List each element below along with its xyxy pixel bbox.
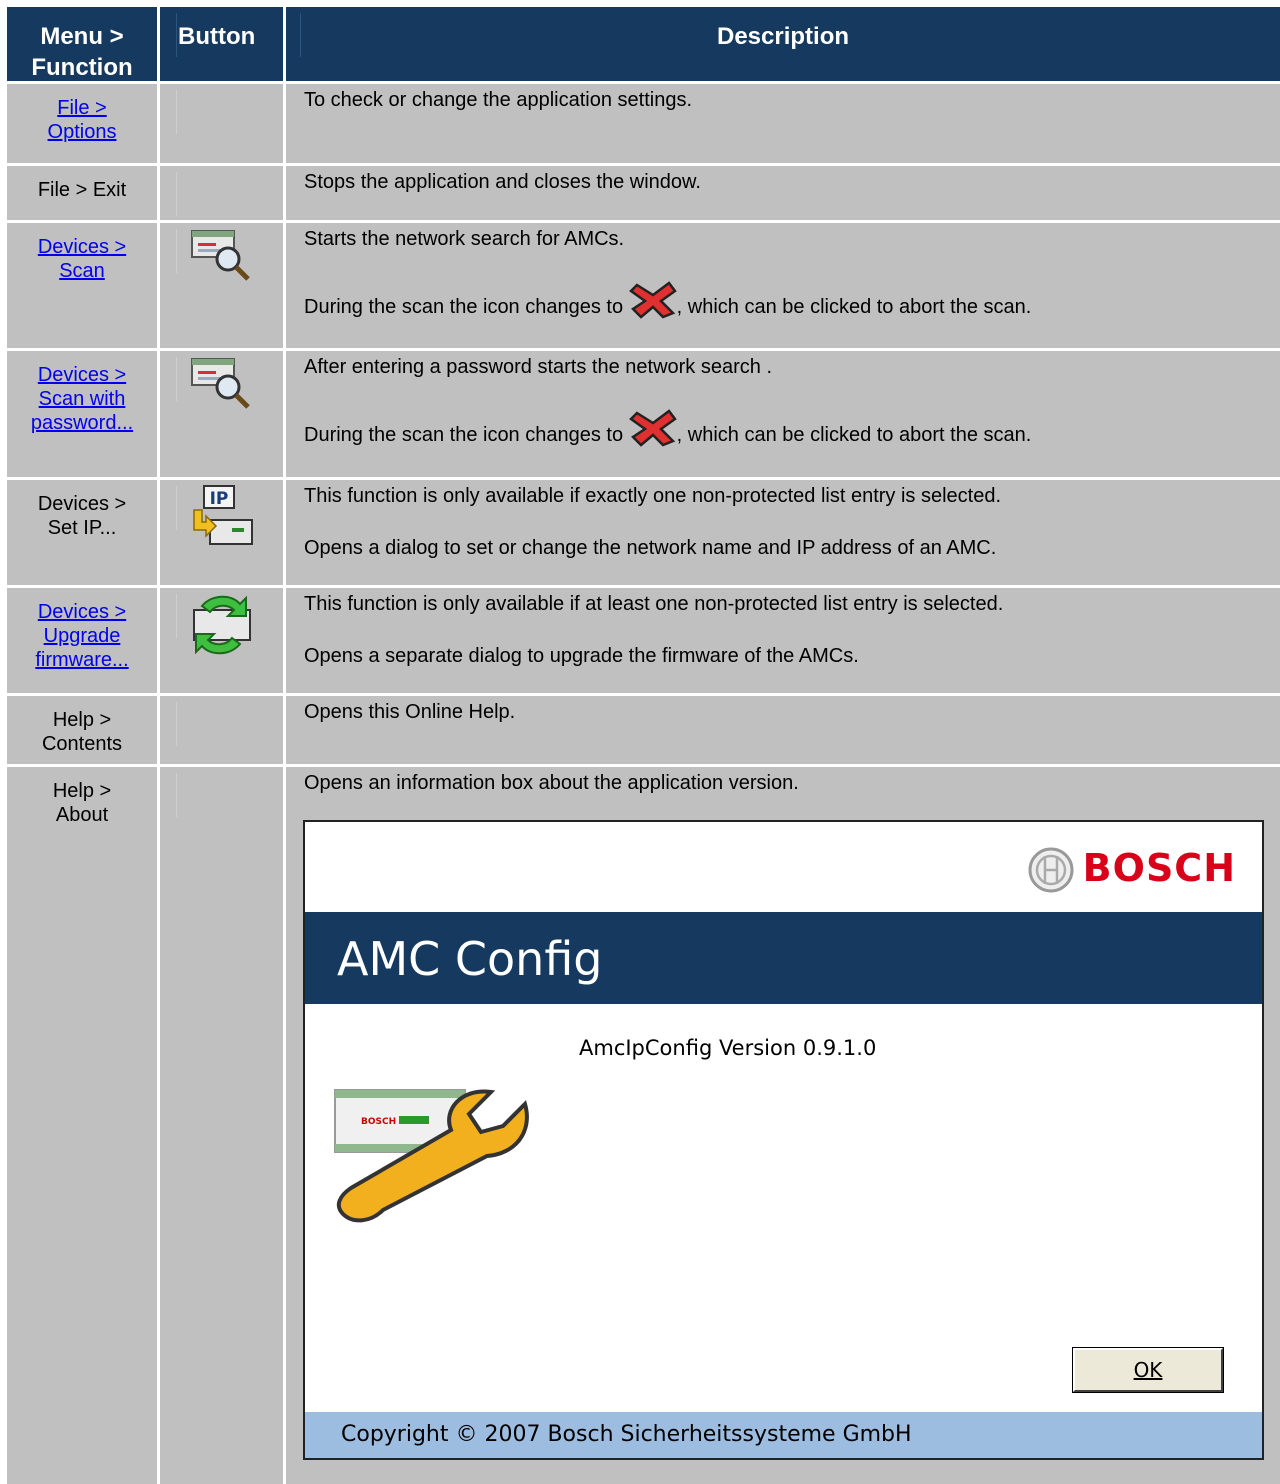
- description-text: During the scan the icon changes to: [304, 424, 624, 446]
- header-description: Description: [286, 7, 1280, 81]
- menu-line: Devices >: [37, 601, 127, 623]
- button-cell-empty: [160, 166, 283, 220]
- abort-scan-icon: [628, 281, 677, 319]
- menu-line: Options: [47, 121, 117, 143]
- menu-cell-devices-scan: Devices > Scan: [7, 223, 157, 348]
- menu-line: About: [55, 804, 109, 826]
- about-dialog: BOSCH AMC Config AmcIpConfig Version 0.9…: [303, 820, 1264, 1460]
- menu-cell-devices-upgrade-firmware: Devices > Upgrade firmware...: [7, 588, 157, 693]
- about-title-band: AMC Config: [305, 912, 1262, 1004]
- button-cell-scan: [160, 223, 283, 348]
- menu-line: Help >: [52, 780, 112, 802]
- menu-line: Upgrade: [43, 625, 121, 647]
- description-text: Opens this Online Help.: [304, 701, 516, 723]
- header-menu-function: Menu > Function: [7, 7, 157, 81]
- menu-line: Scan: [59, 260, 105, 282]
- description-text: , which can be clicked to abort the scan…: [676, 296, 1032, 318]
- description-text: Opens a dialog to set or change the netw…: [304, 537, 997, 559]
- description-line: During the scan the icon changes to , wh…: [304, 279, 1280, 319]
- abort-scan-icon: [628, 409, 677, 447]
- link-devices-scan-with-password[interactable]: Devices > Scan with password...: [31, 364, 133, 434]
- menu-cell-devices-scan-password: Devices > Scan with password...: [7, 351, 157, 477]
- link-devices-upgrade-firmware[interactable]: Devices > Upgrade firmware...: [35, 601, 128, 671]
- description-cell: This function is only available if exact…: [286, 480, 1280, 585]
- description-text: This function is only available if exact…: [304, 485, 1002, 507]
- upgrade-firmware-icon[interactable]: [188, 592, 254, 658]
- amc-wrench-icon: BOSCH: [334, 1089, 529, 1223]
- link-file-options[interactable]: File > Options: [48, 97, 117, 143]
- description-cell: Stops the application and closes the win…: [286, 166, 1280, 220]
- description-text: After entering a password starts the net…: [304, 356, 772, 378]
- description-cell: Opens this Online Help.: [286, 696, 1280, 764]
- description-text: , which can be clicked to abort the scan…: [676, 424, 1032, 446]
- description-text: Opens an information box about the appli…: [304, 772, 799, 794]
- header-menu-function-label: Menu > Function: [31, 23, 133, 81]
- button-cell-empty: [160, 696, 283, 764]
- link-devices-scan[interactable]: Devices > Scan: [38, 236, 126, 282]
- set-ip-icon[interactable]: IP: [188, 484, 254, 550]
- copyright-bar: Copyright © 2007 Bosch Sicherheitssystem…: [305, 1412, 1262, 1458]
- function-table: Menu > Function Button Description File …: [0, 0, 1280, 1484]
- description-text: Opens a separate dialog to upgrade the f…: [304, 645, 859, 667]
- scan-icon[interactable]: [188, 355, 254, 411]
- menu-cell-help-contents: Help > Contents: [7, 696, 157, 764]
- menu-line: File >: [57, 97, 107, 119]
- description-cell: After entering a password starts the net…: [286, 351, 1280, 477]
- header-button-label: Button: [178, 23, 256, 50]
- device-label: BOSCH: [361, 1117, 396, 1127]
- menu-line: Contents: [41, 733, 123, 755]
- description-text: During the scan the icon changes to: [304, 296, 624, 318]
- description-cell: To check or change the application setti…: [286, 84, 1280, 163]
- menu-line: Devices >: [37, 493, 127, 515]
- brand-wordmark: BOSCH: [1082, 846, 1236, 890]
- menu-line: Scan with: [38, 388, 126, 410]
- description-text: Starts the network search for AMCs.: [304, 228, 625, 250]
- header-description-label: Description: [716, 23, 850, 50]
- about-title: AMC Config: [337, 932, 603, 986]
- description-cell: This function is only available if at le…: [286, 588, 1280, 693]
- menu-line: Help >: [52, 709, 112, 731]
- menu-line: File > Exit: [37, 179, 127, 201]
- description-cell: Starts the network search for AMCs. Duri…: [286, 223, 1280, 348]
- set-ip-icon-text: IP: [210, 489, 229, 509]
- menu-cell-help-about: Help > About: [7, 767, 157, 1484]
- description-text: To check or change the application setti…: [304, 89, 693, 111]
- menu-cell-file-options: File > Options: [7, 84, 157, 163]
- bosch-logo-icon: [1028, 847, 1074, 893]
- button-cell-set-ip: IP: [160, 480, 283, 585]
- menu-cell-file-exit: File > Exit: [7, 166, 157, 220]
- menu-line: Devices >: [37, 236, 127, 258]
- button-cell-empty: [160, 84, 283, 163]
- scan-icon[interactable]: [188, 227, 254, 283]
- menu-line: password...: [30, 412, 134, 434]
- menu-cell-devices-set-ip: Devices > Set IP...: [7, 480, 157, 585]
- description-text: This function is only available if at le…: [304, 593, 1004, 615]
- description-line: During the scan the icon changes to , wh…: [304, 407, 1280, 447]
- version-text: AmcIpConfig Version 0.9.1.0: [579, 1036, 877, 1060]
- header-button: Button: [160, 7, 283, 81]
- menu-line: Devices >: [37, 364, 127, 386]
- menu-line: firmware...: [35, 649, 129, 671]
- button-cell-scan-password: [160, 351, 283, 477]
- button-cell-upgrade: [160, 588, 283, 693]
- menu-line: Set IP...: [47, 517, 117, 539]
- ok-button[interactable]: OK: [1072, 1347, 1224, 1393]
- description-text: Stops the application and closes the win…: [304, 171, 701, 193]
- button-cell-empty: [160, 767, 283, 1484]
